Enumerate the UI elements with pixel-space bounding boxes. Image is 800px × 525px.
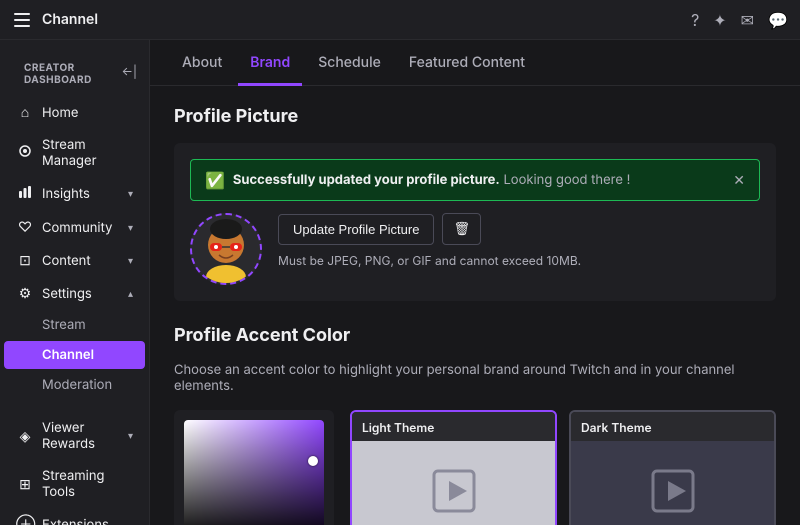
- help-icon[interactable]: ?: [691, 10, 699, 30]
- mail-icon[interactable]: ✉: [741, 10, 754, 30]
- profile-picture-title: Profile Picture: [174, 106, 776, 127]
- profile-actions: Update Profile Picture 🗑 Must be JPEG, P…: [278, 213, 581, 268]
- sidebar-item-label: Streaming Tools: [42, 468, 133, 500]
- sidebar-item-viewer-rewards[interactable]: ◈ Viewer Rewards ▾: [4, 413, 145, 459]
- sidebar-sub-item-channel[interactable]: Channel: [4, 341, 145, 369]
- sidebar-item-label: Community: [42, 220, 120, 236]
- accent-color-section: Profile Accent Color Choose an accent co…: [174, 325, 776, 525]
- tab-about[interactable]: About: [170, 40, 234, 86]
- accent-description: Choose an accent color to highlight your…: [174, 362, 776, 394]
- theme-card-dark[interactable]: Dark Theme ★ tutorialfriend: [569, 410, 776, 525]
- sidebar-collapse-button[interactable]: ←|: [122, 64, 137, 79]
- light-theme-label: Light Theme: [352, 412, 555, 441]
- viewer-rewards-icon: ◈: [16, 428, 34, 445]
- chevron-down-icon: ▾: [128, 255, 133, 267]
- success-text: Successfully updated your profile pictur…: [233, 172, 630, 188]
- sidebar-item-home[interactable]: ⌂ Home: [4, 97, 145, 128]
- content-area: Profile Picture ✅ Successfully updated y…: [150, 86, 800, 525]
- sidebar-item-label: Extensions: [42, 517, 133, 525]
- sidebar-item-extensions[interactable]: ⊕ Extensions: [4, 509, 145, 525]
- sidebar-sub-item-label: Stream: [42, 317, 86, 333]
- sidebar-header: CREATOR DASHBOARD ←|: [0, 40, 149, 96]
- accent-content: Twitch Default ✕ Light Theme: [174, 410, 776, 525]
- profile-hint: Must be JPEG, PNG, or GIF and cannot exc…: [278, 253, 581, 268]
- sidebar-item-streaming-tools[interactable]: ⊞ Streaming Tools: [4, 461, 145, 507]
- sidebar-sub-item-label: Moderation: [42, 377, 112, 393]
- light-theme-preview: [352, 441, 555, 525]
- crown-icon[interactable]: ✦: [713, 10, 726, 30]
- avatar: [190, 213, 262, 285]
- trash-icon: 🗑: [453, 221, 470, 236]
- content-icon: ⊡: [16, 252, 34, 269]
- sidebar-section-label: CREATOR DASHBOARD: [12, 50, 122, 92]
- theme-previews: Light Theme ★ tutorialfriend: [350, 410, 776, 525]
- app-body: CREATOR DASHBOARD ←| ⌂ Home Stream Manag…: [0, 40, 800, 525]
- profile-picture-section: Profile Picture ✅ Successfully updated y…: [174, 106, 776, 301]
- sidebar-item-stream-manager[interactable]: Stream Manager: [4, 130, 145, 176]
- chevron-down-icon: ▾: [128, 430, 133, 442]
- color-picker-panel: Twitch Default ✕: [174, 410, 334, 525]
- tab-schedule[interactable]: Schedule: [306, 40, 393, 86]
- sidebar-item-content[interactable]: ⊡ Content ▾: [4, 245, 145, 276]
- sidebar-item-label: Home: [42, 105, 133, 121]
- success-message: Successfully updated your profile pictur…: [233, 172, 500, 188]
- settings-icon: ⚙: [16, 285, 34, 302]
- title-bar: Channel ? ✦ ✉ 💬: [0, 0, 800, 40]
- sidebar-item-label: Content: [42, 253, 120, 269]
- extensions-icon: ⊕: [16, 516, 34, 525]
- chevron-up-icon: ▴: [128, 288, 133, 300]
- success-close-button[interactable]: ✕: [733, 172, 745, 189]
- sidebar-item-label: Insights: [42, 186, 120, 202]
- community-icon: ♡: [16, 219, 34, 236]
- sidebar-item-label: Viewer Rewards: [42, 420, 120, 452]
- success-banner: ✅ Successfully updated your profile pict…: [190, 159, 760, 201]
- sidebar-item-settings[interactable]: ⚙ Settings ▴: [4, 278, 145, 309]
- title-bar-actions: ? ✦ ✉ 💬: [691, 10, 788, 30]
- chat-icon[interactable]: 💬: [768, 10, 788, 30]
- main-content: About Brand Schedule Featured Content Pr…: [150, 40, 800, 525]
- color-gradient[interactable]: [184, 420, 324, 525]
- color-picker-handle[interactable]: [308, 456, 318, 466]
- sidebar-item-insights[interactable]: Insights ▾: [4, 178, 145, 210]
- delete-profile-picture-button[interactable]: 🗑: [442, 213, 481, 245]
- profile-row: Update Profile Picture 🗑 Must be JPEG, P…: [190, 213, 760, 285]
- home-icon: ⌂: [16, 104, 34, 121]
- dark-theme-preview: [571, 441, 774, 525]
- stream-manager-icon: [16, 144, 34, 162]
- sidebar: CREATOR DASHBOARD ←| ⌂ Home Stream Manag…: [0, 40, 150, 525]
- profile-buttons: Update Profile Picture 🗑: [278, 213, 581, 245]
- dark-theme-label: Dark Theme: [571, 412, 774, 441]
- sidebar-item-community[interactable]: ♡ Community ▾: [4, 212, 145, 243]
- tab-featured-content[interactable]: Featured Content: [397, 40, 537, 86]
- window-title: Channel: [42, 11, 98, 28]
- chevron-down-icon: ▾: [128, 222, 133, 234]
- sidebar-sub-item-stream[interactable]: Stream: [4, 311, 145, 339]
- sidebar-item-label: Stream Manager: [42, 137, 133, 169]
- success-exclamation: !: [627, 172, 631, 188]
- tabs-bar: About Brand Schedule Featured Content: [150, 40, 800, 86]
- success-check-icon: ✅: [205, 170, 225, 190]
- success-sub-message: Looking good there: [503, 172, 623, 188]
- insights-icon: [16, 185, 34, 203]
- accent-color-title: Profile Accent Color: [174, 325, 776, 346]
- sidebar-sub-item-label: Channel: [42, 347, 94, 363]
- update-profile-picture-button[interactable]: Update Profile Picture: [278, 214, 434, 245]
- chevron-down-icon: ▾: [128, 188, 133, 200]
- theme-card-light[interactable]: Light Theme ★ tutorialfriend: [350, 410, 557, 525]
- tab-brand[interactable]: Brand: [238, 40, 302, 86]
- sidebar-sub-item-moderation[interactable]: Moderation: [4, 371, 145, 399]
- profile-card: ✅ Successfully updated your profile pict…: [174, 143, 776, 301]
- app-menu-icon[interactable]: [12, 10, 32, 30]
- streaming-tools-icon: ⊞: [16, 476, 34, 493]
- sidebar-item-label: Settings: [42, 286, 120, 302]
